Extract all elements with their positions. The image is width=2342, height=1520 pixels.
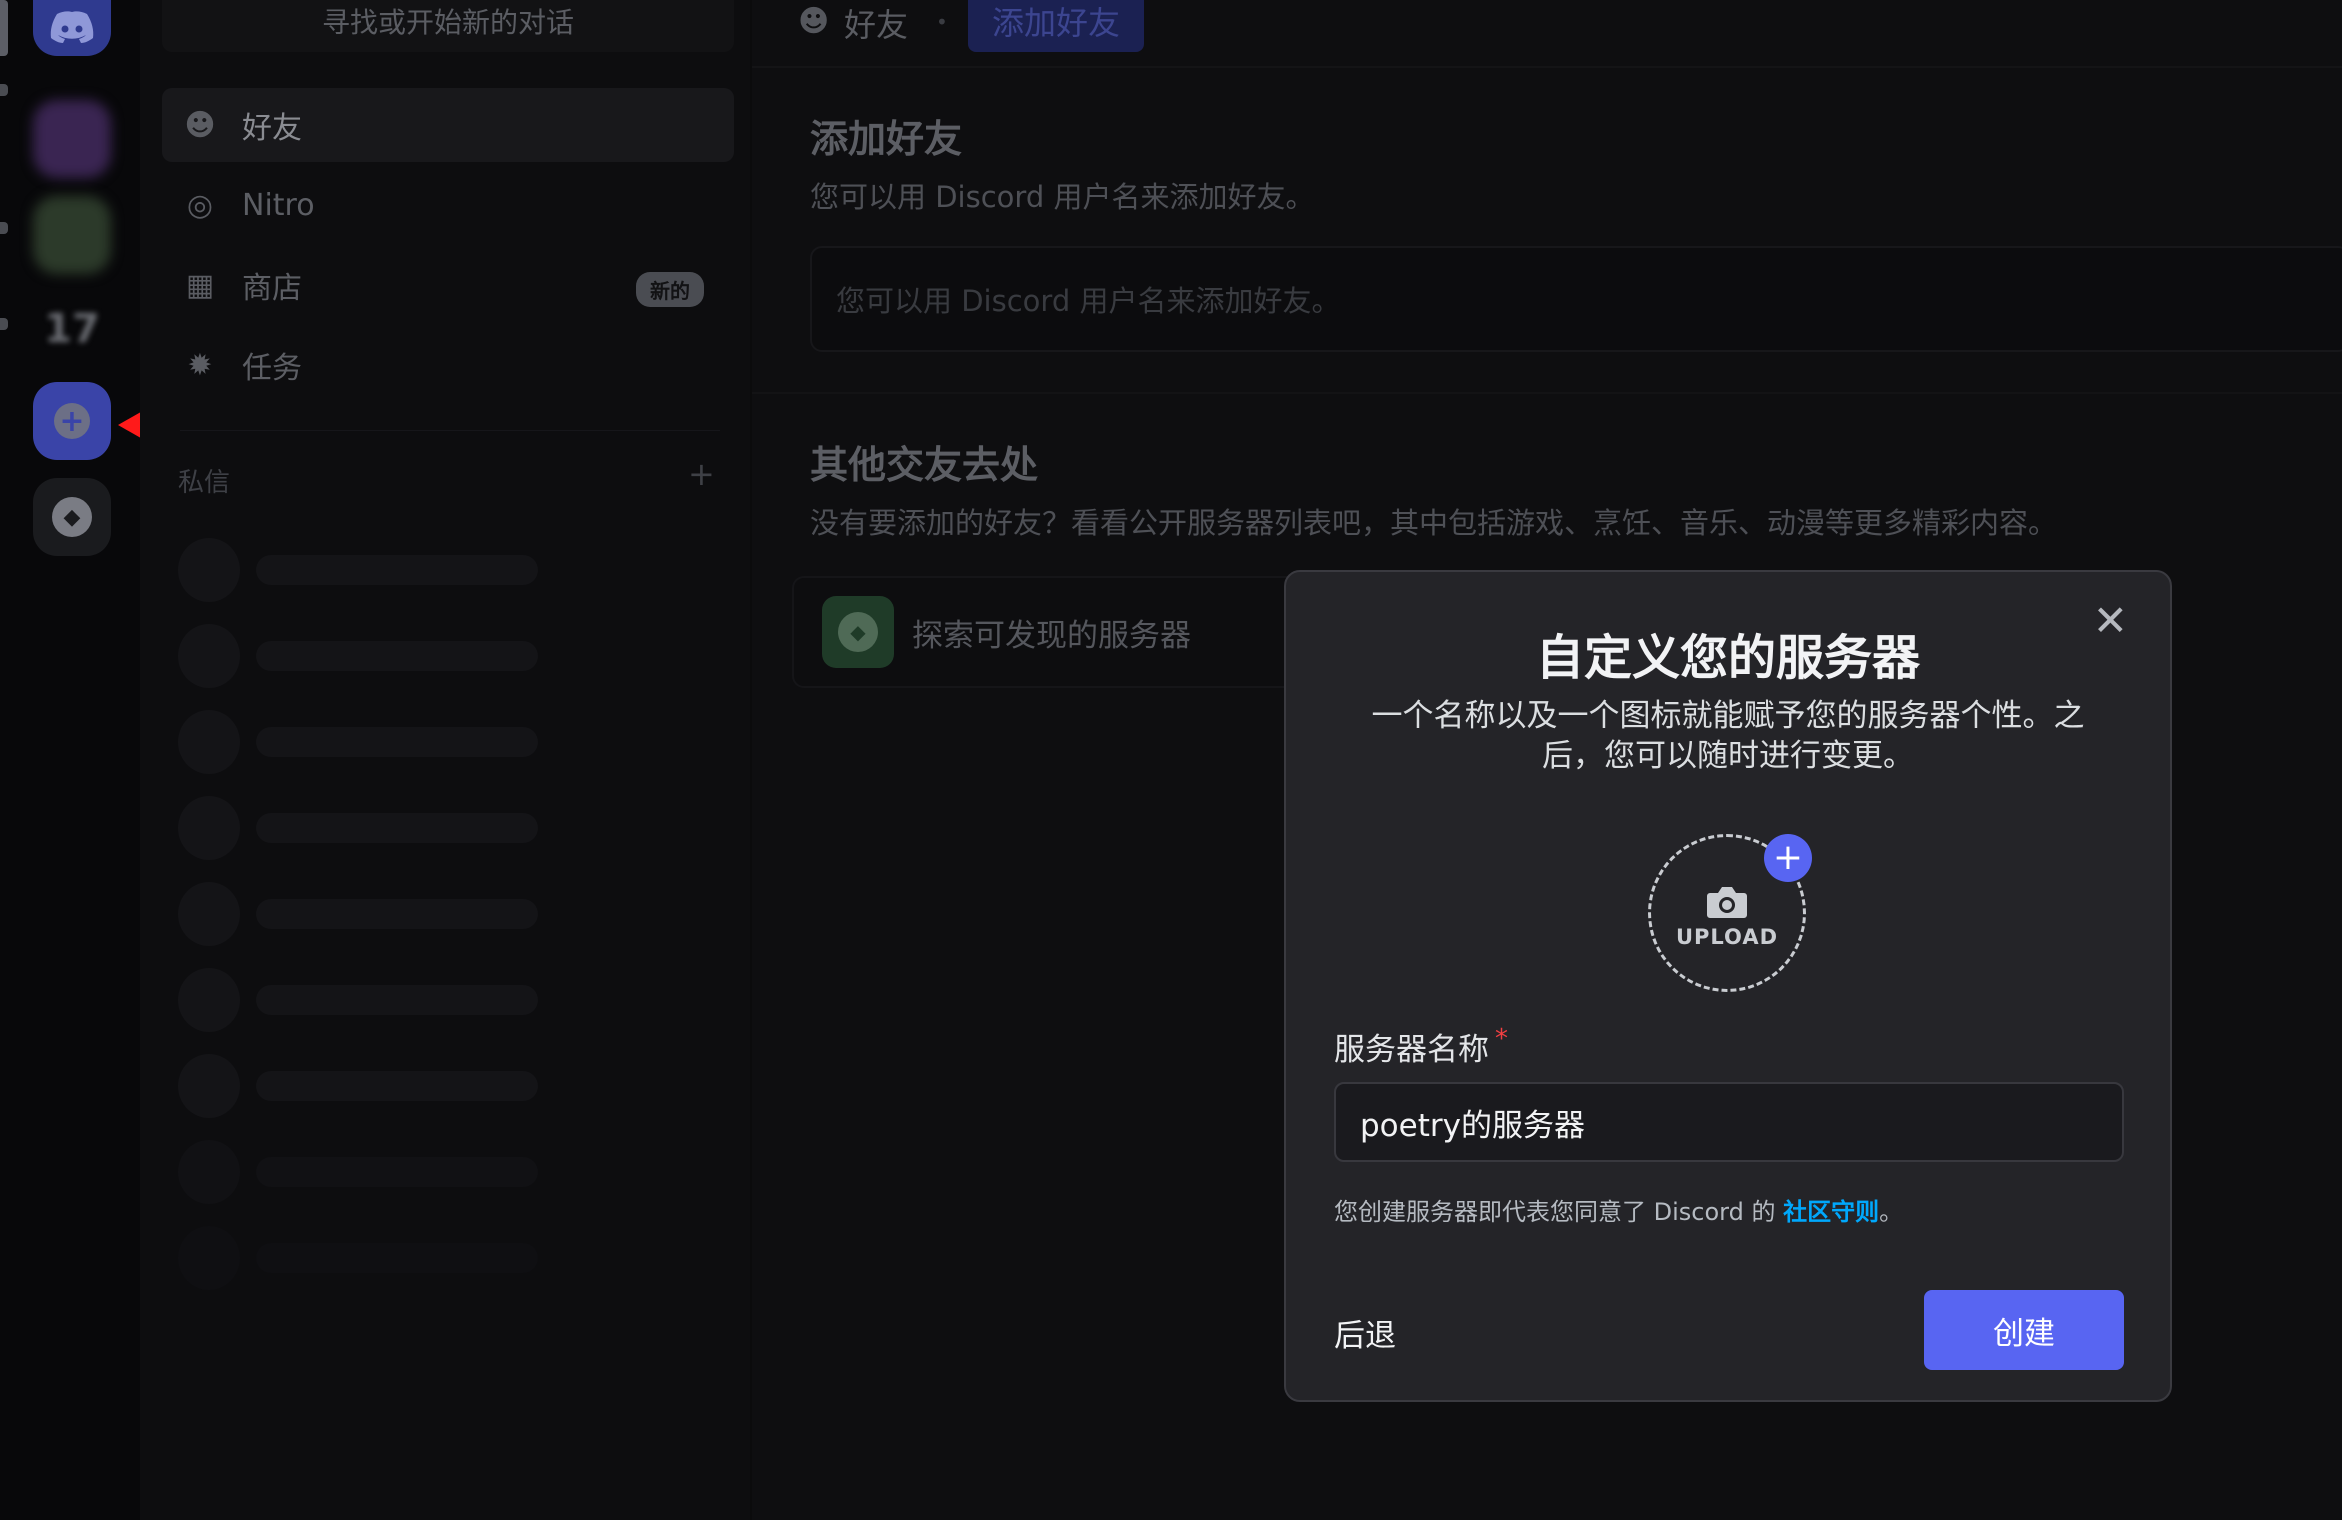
- modal-subtitle: 一个名称以及一个图标就能赋予您的服务器个性。之后，您可以随时进行变更。: [1371, 698, 2085, 774]
- dm-placeholder-row: [178, 796, 538, 860]
- new-badge: 新的: [636, 272, 704, 307]
- selected-indicator: [0, 0, 8, 56]
- server-name-label: 服务器名称 *: [1334, 1024, 1508, 1068]
- create-server-modal: ✕ 自定义您的服务器 一个名称以及一个图标就能赋予您的服务器个性。之后，您可以随…: [1284, 570, 2172, 1402]
- dm-placeholder-row: [178, 1054, 538, 1118]
- shop-icon: ▦: [185, 267, 215, 303]
- quests-icon: ✹: [187, 347, 213, 383]
- required-mark: *: [1495, 1024, 1508, 1054]
- nav-friends[interactable]: ☻ 好友: [162, 88, 734, 162]
- dm-placeholder-row: [178, 538, 538, 602]
- friends-icon: ☻: [184, 107, 216, 143]
- other-places-title: 其他交友去处: [810, 443, 1039, 487]
- dm-placeholder-row: [178, 882, 538, 946]
- back-button[interactable]: 后退: [1334, 1310, 1396, 1355]
- add-server-button[interactable]: +: [33, 382, 111, 460]
- explore-servers-card[interactable]: ◆ 探索可发现的服务器: [792, 576, 1352, 688]
- dm-placeholder-row: [178, 968, 538, 1032]
- conversation-search[interactable]: 寻找或开始新的对话: [162, 0, 734, 52]
- direct-messages-header: 私信: [178, 468, 231, 498]
- other-places-description: 没有要添加的好友？看看公开服务器列表吧，其中包括游戏、烹饪、音乐、动漫等更多精彩…: [810, 506, 2058, 540]
- divider: [180, 430, 720, 431]
- terms-notice: 您创建服务器即代表您同意了 Discord 的 社区守则。: [1334, 1198, 1904, 1226]
- server-icon[interactable]: 17: [33, 290, 111, 368]
- community-guidelines-link[interactable]: 社区守则: [1783, 1198, 1879, 1226]
- nav-shop[interactable]: ▦ 商店 新的: [162, 248, 734, 322]
- discord-logo-icon: [50, 11, 94, 43]
- dm-sidebar: 寻找或开始新的对话 ☻ 好友 ◎ Nitro ▦ 商店 新的 ✹ 任务 私信 +: [140, 0, 750, 1520]
- friends-header: 好友: [844, 6, 909, 44]
- separator-dot: •: [936, 10, 948, 34]
- dm-placeholder-row: [178, 1226, 538, 1290]
- dm-placeholder-row: [178, 1140, 538, 1204]
- plus-circle-icon: +: [54, 403, 90, 439]
- modal-title: 自定义您的服务器: [1535, 630, 1920, 686]
- compass-icon: ◆: [52, 497, 92, 537]
- unread-indicator: [0, 222, 8, 234]
- top-bar: ☻ 好友 • 添加好友: [752, 0, 2342, 68]
- tab-add-friend[interactable]: 添加好友: [968, 0, 1145, 52]
- explore-servers-button[interactable]: ◆: [33, 478, 111, 556]
- divider: [752, 392, 2342, 394]
- home-button[interactable]: [33, 0, 111, 56]
- create-button[interactable]: 创建: [1924, 1290, 2124, 1370]
- friends-icon: ☻: [798, 4, 830, 39]
- nav-nitro[interactable]: ◎ Nitro: [162, 168, 734, 242]
- discord-app: 17 + ◆ 寻找或开始新的对话 ☻ 好友 ◎ Nitro ▦ 商店 新的 ✹: [0, 0, 2342, 1520]
- unread-indicator: [0, 318, 8, 330]
- server-icon[interactable]: [33, 196, 111, 274]
- server-name-input[interactable]: poetry的服务器: [1334, 1082, 2124, 1162]
- server-rail: 17 + ◆: [0, 0, 276, 1520]
- add-friend-title: 添加好友: [810, 117, 963, 161]
- compass-icon: ◆: [822, 596, 894, 668]
- add-friend-description: 您可以用 Discord 用户名来添加好友。: [810, 180, 1315, 214]
- add-icon[interactable]: +: [1764, 834, 1812, 882]
- unread-indicator: [0, 84, 8, 96]
- dm-placeholder-row: [178, 624, 538, 688]
- dm-placeholder-row: [178, 710, 538, 774]
- username-input[interactable]: 您可以用 Discord 用户名来添加好友。: [810, 246, 2342, 352]
- nav-quests[interactable]: ✹ 任务: [162, 328, 734, 402]
- nitro-icon: ◎: [186, 187, 214, 223]
- create-dm-icon[interactable]: +: [688, 455, 715, 493]
- server-icon[interactable]: [33, 100, 111, 178]
- camera-icon: [1707, 887, 1747, 918]
